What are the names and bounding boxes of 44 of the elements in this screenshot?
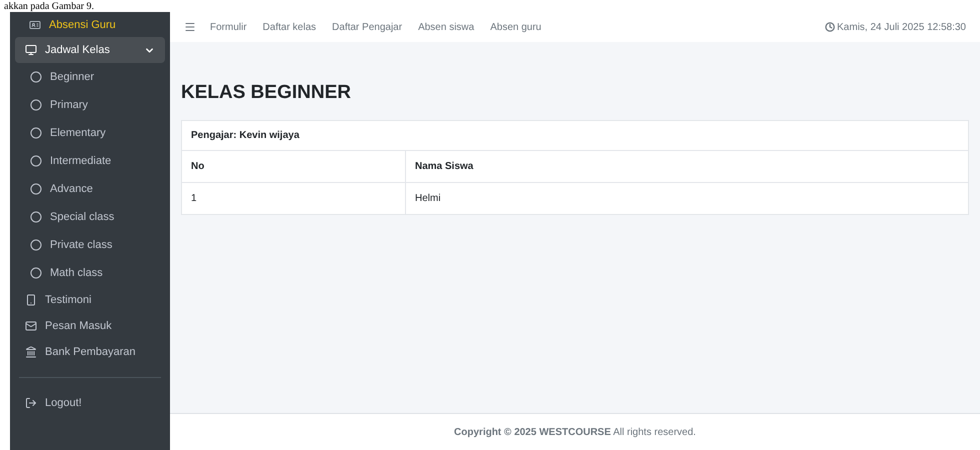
menu-icon[interactable] <box>184 21 196 33</box>
monitor-icon <box>25 44 37 56</box>
sidebar-item[interactable]: Testimoni <box>15 287 165 313</box>
submenu-item[interactable]: Elementary <box>15 119 165 147</box>
circle-icon <box>30 267 42 279</box>
submenu-item[interactable]: Special class <box>15 203 165 231</box>
circle-icon <box>30 155 42 167</box>
circle-icon <box>30 99 42 111</box>
submenu-item[interactable]: Primary <box>15 91 165 119</box>
document-caption: akkan pada Gambar 9. <box>4 1 94 12</box>
column-header: Nama Siswa <box>406 150 968 182</box>
page-title: KELAS BEGINNER <box>181 81 352 105</box>
nav-link[interactable]: Absen siswa <box>418 20 474 34</box>
sidebar-item[interactable]: Jadwal Kelas <box>15 37 165 63</box>
circle-icon <box>30 211 42 223</box>
sidebar-item[interactable]: Pesan Masuk <box>15 313 165 339</box>
table-cell-text: Helmi <box>414 192 442 206</box>
circle-icon <box>30 183 42 195</box>
id-card-icon <box>29 19 41 31</box>
submenu-item[interactable]: Advance <box>15 175 165 203</box>
sidebar-item[interactable]: Logout! <box>15 390 165 416</box>
submenu-item[interactable]: Math class <box>15 259 165 287</box>
sidebar-item[interactable]: Bank Pembayaran <box>15 339 165 365</box>
logout-icon <box>25 397 37 409</box>
submenu-item[interactable]: Private class <box>15 231 165 259</box>
circle-icon <box>30 127 42 139</box>
phone-icon <box>25 294 37 306</box>
card-header: Pengajar: Kevin wijaya <box>182 120 968 150</box>
nav-link[interactable]: Absen guru <box>490 20 542 34</box>
table-cell: 1 <box>182 182 406 214</box>
footer-copyright: Copyright © 2025 WESTCOURSE All rights reserved. <box>454 426 696 440</box>
nav-link[interactable]: Formulir <box>210 20 247 34</box>
mail-icon <box>25 320 37 332</box>
submenu-item[interactable]: Intermediate <box>15 147 165 175</box>
circle-icon <box>30 71 42 83</box>
submenu-item[interactable]: Beginner <box>15 63 165 91</box>
clock-icon <box>825 22 836 32</box>
nav-link[interactable]: Daftar kelas <box>262 20 316 34</box>
brand-text[interactable]: Absensi Guru <box>49 16 116 34</box>
bank-icon <box>25 346 37 358</box>
datetime-text: Kamis, 24 Juli 2025 12:58:30 <box>837 20 966 34</box>
nav-link[interactable]: Daftar Pengajar <box>332 20 402 34</box>
circle-icon <box>30 239 42 251</box>
column-header: No <box>182 150 406 182</box>
